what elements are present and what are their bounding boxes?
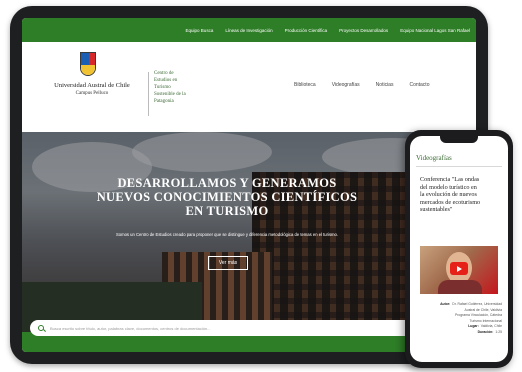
hero-subtitle: Somos un Centro de Estudios creado para … xyxy=(115,232,339,237)
video-meta: Autor: Dr. Rafael Gutiérrez, Universidad … xyxy=(416,302,502,335)
search-input[interactable]: Busca escrito sobre título, autor, palab… xyxy=(50,326,211,331)
university-campus: Campus Pelluco xyxy=(75,91,109,96)
center-name: Centro de Estudios en Turismo Sostenible… xyxy=(154,70,186,105)
phone-notch xyxy=(440,136,478,143)
site-header: Universidad Austral de Chile Campus Pell… xyxy=(22,42,476,132)
university-logo[interactable]: Universidad Austral de Chile Campus Pell… xyxy=(42,50,152,130)
search-bar[interactable]: Busca escrito sobre título, autor, palab… xyxy=(30,320,470,336)
mainnav-item-videografias[interactable]: Videografías xyxy=(332,82,360,88)
center-name-line: Turismo xyxy=(154,85,171,90)
center-name-line: Estudios en xyxy=(154,78,178,83)
topnav-item-equipo[interactable]: Equipo Busca xyxy=(186,28,214,33)
header-divider xyxy=(148,72,149,116)
phone-screen: Videografías Conferencia "Las ondas del … xyxy=(410,136,508,362)
article-title[interactable]: Conferencia "Las ondas del modelo turíst… xyxy=(420,176,500,214)
see-more-button[interactable]: Ver más xyxy=(208,256,248,270)
hero-title-line: NUEVOS CONOCIMIENTOS CIENTÍFICOS xyxy=(96,190,358,204)
mainnav-item-noticias[interactable]: Noticias xyxy=(376,82,394,88)
phone-divider xyxy=(416,166,502,167)
search-icon xyxy=(38,325,44,331)
topnav-item-proyectos[interactable]: Proyectos Desarrollados xyxy=(339,28,388,33)
article-title-line: del modelo turístico en xyxy=(420,183,477,191)
video-thumbnail[interactable] xyxy=(420,246,498,294)
article-title-line: la evolución de nuevos xyxy=(420,191,477,198)
mainnav-item-biblioteca[interactable]: Biblioteca xyxy=(294,82,316,88)
university-crest-icon xyxy=(80,52,96,76)
hero-title-line: DESARROLLAMOS Y GENERAMOS xyxy=(117,176,337,190)
center-name-line: Patagonia xyxy=(154,99,174,104)
center-name-line: Centro de xyxy=(154,71,174,76)
topnav-item-produccion[interactable]: Producción Científica xyxy=(285,28,328,33)
phone-section-title: Videografías xyxy=(416,154,452,162)
meta-row: Duración: 1:25 xyxy=(477,329,502,334)
hero-title-line: EN TURISMO xyxy=(185,204,269,218)
speaker-body xyxy=(438,280,482,294)
play-icon[interactable] xyxy=(450,262,468,275)
main-nav: Biblioteca Videografías Noticias Contact… xyxy=(294,82,429,88)
university-name: Universidad Austral de Chile xyxy=(54,82,130,89)
phone-device: Videografías Conferencia "Las ondas del … xyxy=(405,130,513,368)
article-title-line: sustentables" xyxy=(420,206,453,213)
mainnav-item-contacto[interactable]: Contacto xyxy=(409,82,429,88)
top-nav: Equipo Busca Líneas de Investigación Pro… xyxy=(22,18,476,42)
article-title-line: Conferencia "Las ondas xyxy=(420,176,480,183)
topnav-item-lineas[interactable]: Líneas de Investigación xyxy=(225,28,272,33)
hero-title: DESARROLLAMOS Y GENERAMOS NUEVOS CONOCIM… xyxy=(92,176,362,218)
topnav-item-equipo-nacional[interactable]: Equipo Nacional Lagos San Rafael xyxy=(400,28,470,33)
article-title-line: mercados de ecoturismo xyxy=(420,198,481,206)
center-name-line: Sostenible de la xyxy=(154,92,186,97)
